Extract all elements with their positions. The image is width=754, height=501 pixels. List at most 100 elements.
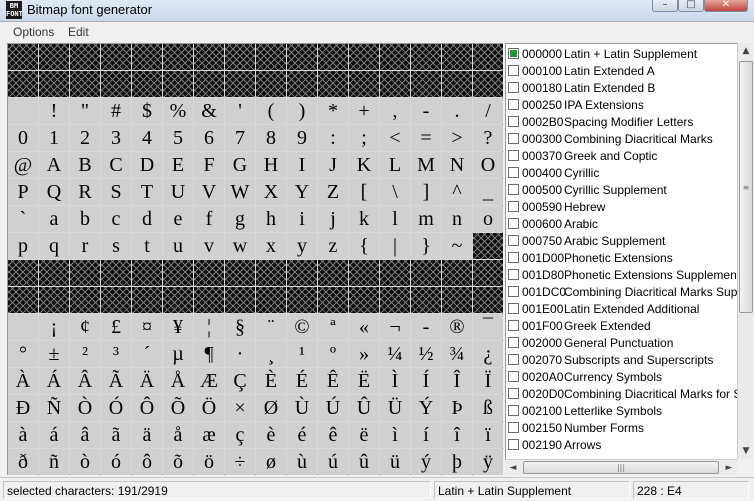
char-cell[interactable]: ê xyxy=(318,422,348,448)
unavailable-char-cell[interactable] xyxy=(473,287,503,313)
char-cell[interactable]: ö xyxy=(194,449,224,475)
char-cell[interactable]: f xyxy=(194,206,224,232)
char-cell[interactable]: T xyxy=(132,179,162,205)
char-cell[interactable]: r xyxy=(70,233,100,259)
char-cell[interactable]: [ xyxy=(349,179,379,205)
unavailable-char-cell[interactable] xyxy=(287,71,317,97)
char-cell[interactable]: ) xyxy=(287,98,317,124)
char-cell[interactable]: è xyxy=(256,422,286,448)
char-cell[interactable]: § xyxy=(225,314,255,340)
unavailable-char-cell[interactable] xyxy=(380,71,410,97)
range-list-item[interactable]: 000590 Hebrew xyxy=(506,198,737,215)
char-cell[interactable]: Ð xyxy=(8,395,38,421)
unavailable-char-cell[interactable] xyxy=(132,44,162,70)
title-bar[interactable]: BM FONT Bitmap font generator – □ ✕ xyxy=(0,0,754,22)
unavailable-char-cell[interactable] xyxy=(318,44,348,70)
unavailable-char-cell[interactable] xyxy=(8,260,38,286)
char-cell[interactable]: Y xyxy=(287,179,317,205)
char-cell[interactable]: Ñ xyxy=(39,395,69,421)
range-list-item[interactable]: 001F00 Greek Extended xyxy=(506,317,737,334)
char-cell[interactable]: « xyxy=(349,314,379,340)
range-list-item[interactable]: 000100 Latin Extended A xyxy=(506,62,737,79)
unavailable-char-cell[interactable] xyxy=(194,71,224,97)
unavailable-char-cell[interactable] xyxy=(473,44,503,70)
char-cell[interactable]: Ä xyxy=(132,368,162,394)
char-cell[interactable]: Z xyxy=(318,179,348,205)
range-checkbox[interactable] xyxy=(508,388,519,399)
unavailable-char-cell[interactable] xyxy=(70,71,100,97)
range-list-item[interactable]: 001D80 Phonetic Extensions Supplement xyxy=(506,266,737,283)
char-cell[interactable]: ¼ xyxy=(380,341,410,367)
char-cell[interactable]: Ã xyxy=(101,368,131,394)
range-checkbox[interactable] xyxy=(508,269,519,280)
scroll-down-arrow-icon[interactable]: ▼ xyxy=(740,445,752,457)
char-cell[interactable]: D xyxy=(132,152,162,178)
unavailable-char-cell[interactable] xyxy=(70,44,100,70)
char-cell[interactable]: £ xyxy=(101,314,131,340)
char-cell[interactable]: q xyxy=(39,233,69,259)
unavailable-char-cell[interactable] xyxy=(163,44,193,70)
char-cell[interactable]: ø xyxy=(256,449,286,475)
char-cell[interactable]: ; xyxy=(349,125,379,151)
char-cell[interactable]: e xyxy=(163,206,193,232)
range-checkbox[interactable] xyxy=(508,320,519,331)
char-cell[interactable]: Û xyxy=(349,395,379,421)
range-checkbox[interactable] xyxy=(508,150,519,161)
char-cell[interactable]: ¥ xyxy=(163,314,193,340)
unavailable-char-cell[interactable] xyxy=(256,71,286,97)
char-cell[interactable]: Å xyxy=(163,368,193,394)
char-cell[interactable]: ] xyxy=(411,179,441,205)
char-cell[interactable]: P xyxy=(8,179,38,205)
unavailable-char-cell[interactable] xyxy=(380,44,410,70)
char-cell[interactable]: } xyxy=(411,233,441,259)
char-cell[interactable]: : xyxy=(318,125,348,151)
char-cell[interactable]: ð xyxy=(8,449,38,475)
unavailable-char-cell[interactable] xyxy=(256,287,286,313)
char-cell[interactable]: Ó xyxy=(101,395,131,421)
unavailable-char-cell[interactable] xyxy=(163,287,193,313)
char-cell[interactable]: / xyxy=(473,98,503,124)
char-cell[interactable]: Õ xyxy=(163,395,193,421)
unavailable-char-cell[interactable] xyxy=(163,260,193,286)
char-cell[interactable]: ² xyxy=(70,341,100,367)
unavailable-char-cell[interactable] xyxy=(411,71,441,97)
char-cell[interactable]: | xyxy=(380,233,410,259)
unavailable-char-cell[interactable] xyxy=(70,260,100,286)
range-list-item[interactable]: 000180 Latin Extended B xyxy=(506,79,737,96)
unavailable-char-cell[interactable] xyxy=(256,260,286,286)
char-cell[interactable]: < xyxy=(380,125,410,151)
char-cell[interactable]: ô xyxy=(132,449,162,475)
unavailable-char-cell[interactable] xyxy=(39,44,69,70)
char-cell[interactable]: b xyxy=(70,206,100,232)
unavailable-char-cell[interactable] xyxy=(256,44,286,70)
scroll-up-arrow-icon[interactable]: ▲ xyxy=(740,45,752,57)
char-cell[interactable]: R xyxy=(70,179,100,205)
char-cell[interactable]: ¶ xyxy=(194,341,224,367)
char-cell[interactable]: > xyxy=(442,125,472,151)
char-cell[interactable]: ¡ xyxy=(39,314,69,340)
char-cell[interactable]: 7 xyxy=(225,125,255,151)
range-checkbox[interactable] xyxy=(508,82,519,93)
char-cell[interactable]: A xyxy=(39,152,69,178)
char-cell[interactable]: º xyxy=(318,341,348,367)
char-cell[interactable]: ù xyxy=(287,449,317,475)
char-cell[interactable]: B xyxy=(70,152,100,178)
char-cell[interactable]: Ú xyxy=(318,395,348,421)
unavailable-char-cell[interactable] xyxy=(39,287,69,313)
char-cell[interactable]: ã xyxy=(101,422,131,448)
range-list-item[interactable]: 000750 Arabic Supplement xyxy=(506,232,737,249)
range-list-item[interactable]: 000500 Cyrillic Supplement xyxy=(506,181,737,198)
range-checkbox[interactable] xyxy=(508,65,519,76)
char-cell[interactable]: w xyxy=(225,233,255,259)
char-cell[interactable]: é xyxy=(287,422,317,448)
unavailable-char-cell[interactable] xyxy=(380,287,410,313)
range-checkbox[interactable] xyxy=(508,371,519,382)
char-cell[interactable]: 2 xyxy=(70,125,100,151)
char-cell[interactable] xyxy=(8,98,38,124)
char-cell[interactable]: W xyxy=(225,179,255,205)
range-checkbox[interactable] xyxy=(508,439,519,450)
char-cell[interactable]: ½ xyxy=(411,341,441,367)
range-list-item[interactable]: 002000 General Punctuation xyxy=(506,334,737,351)
char-cell[interactable]: þ xyxy=(442,449,472,475)
char-cell[interactable]: n xyxy=(442,206,472,232)
